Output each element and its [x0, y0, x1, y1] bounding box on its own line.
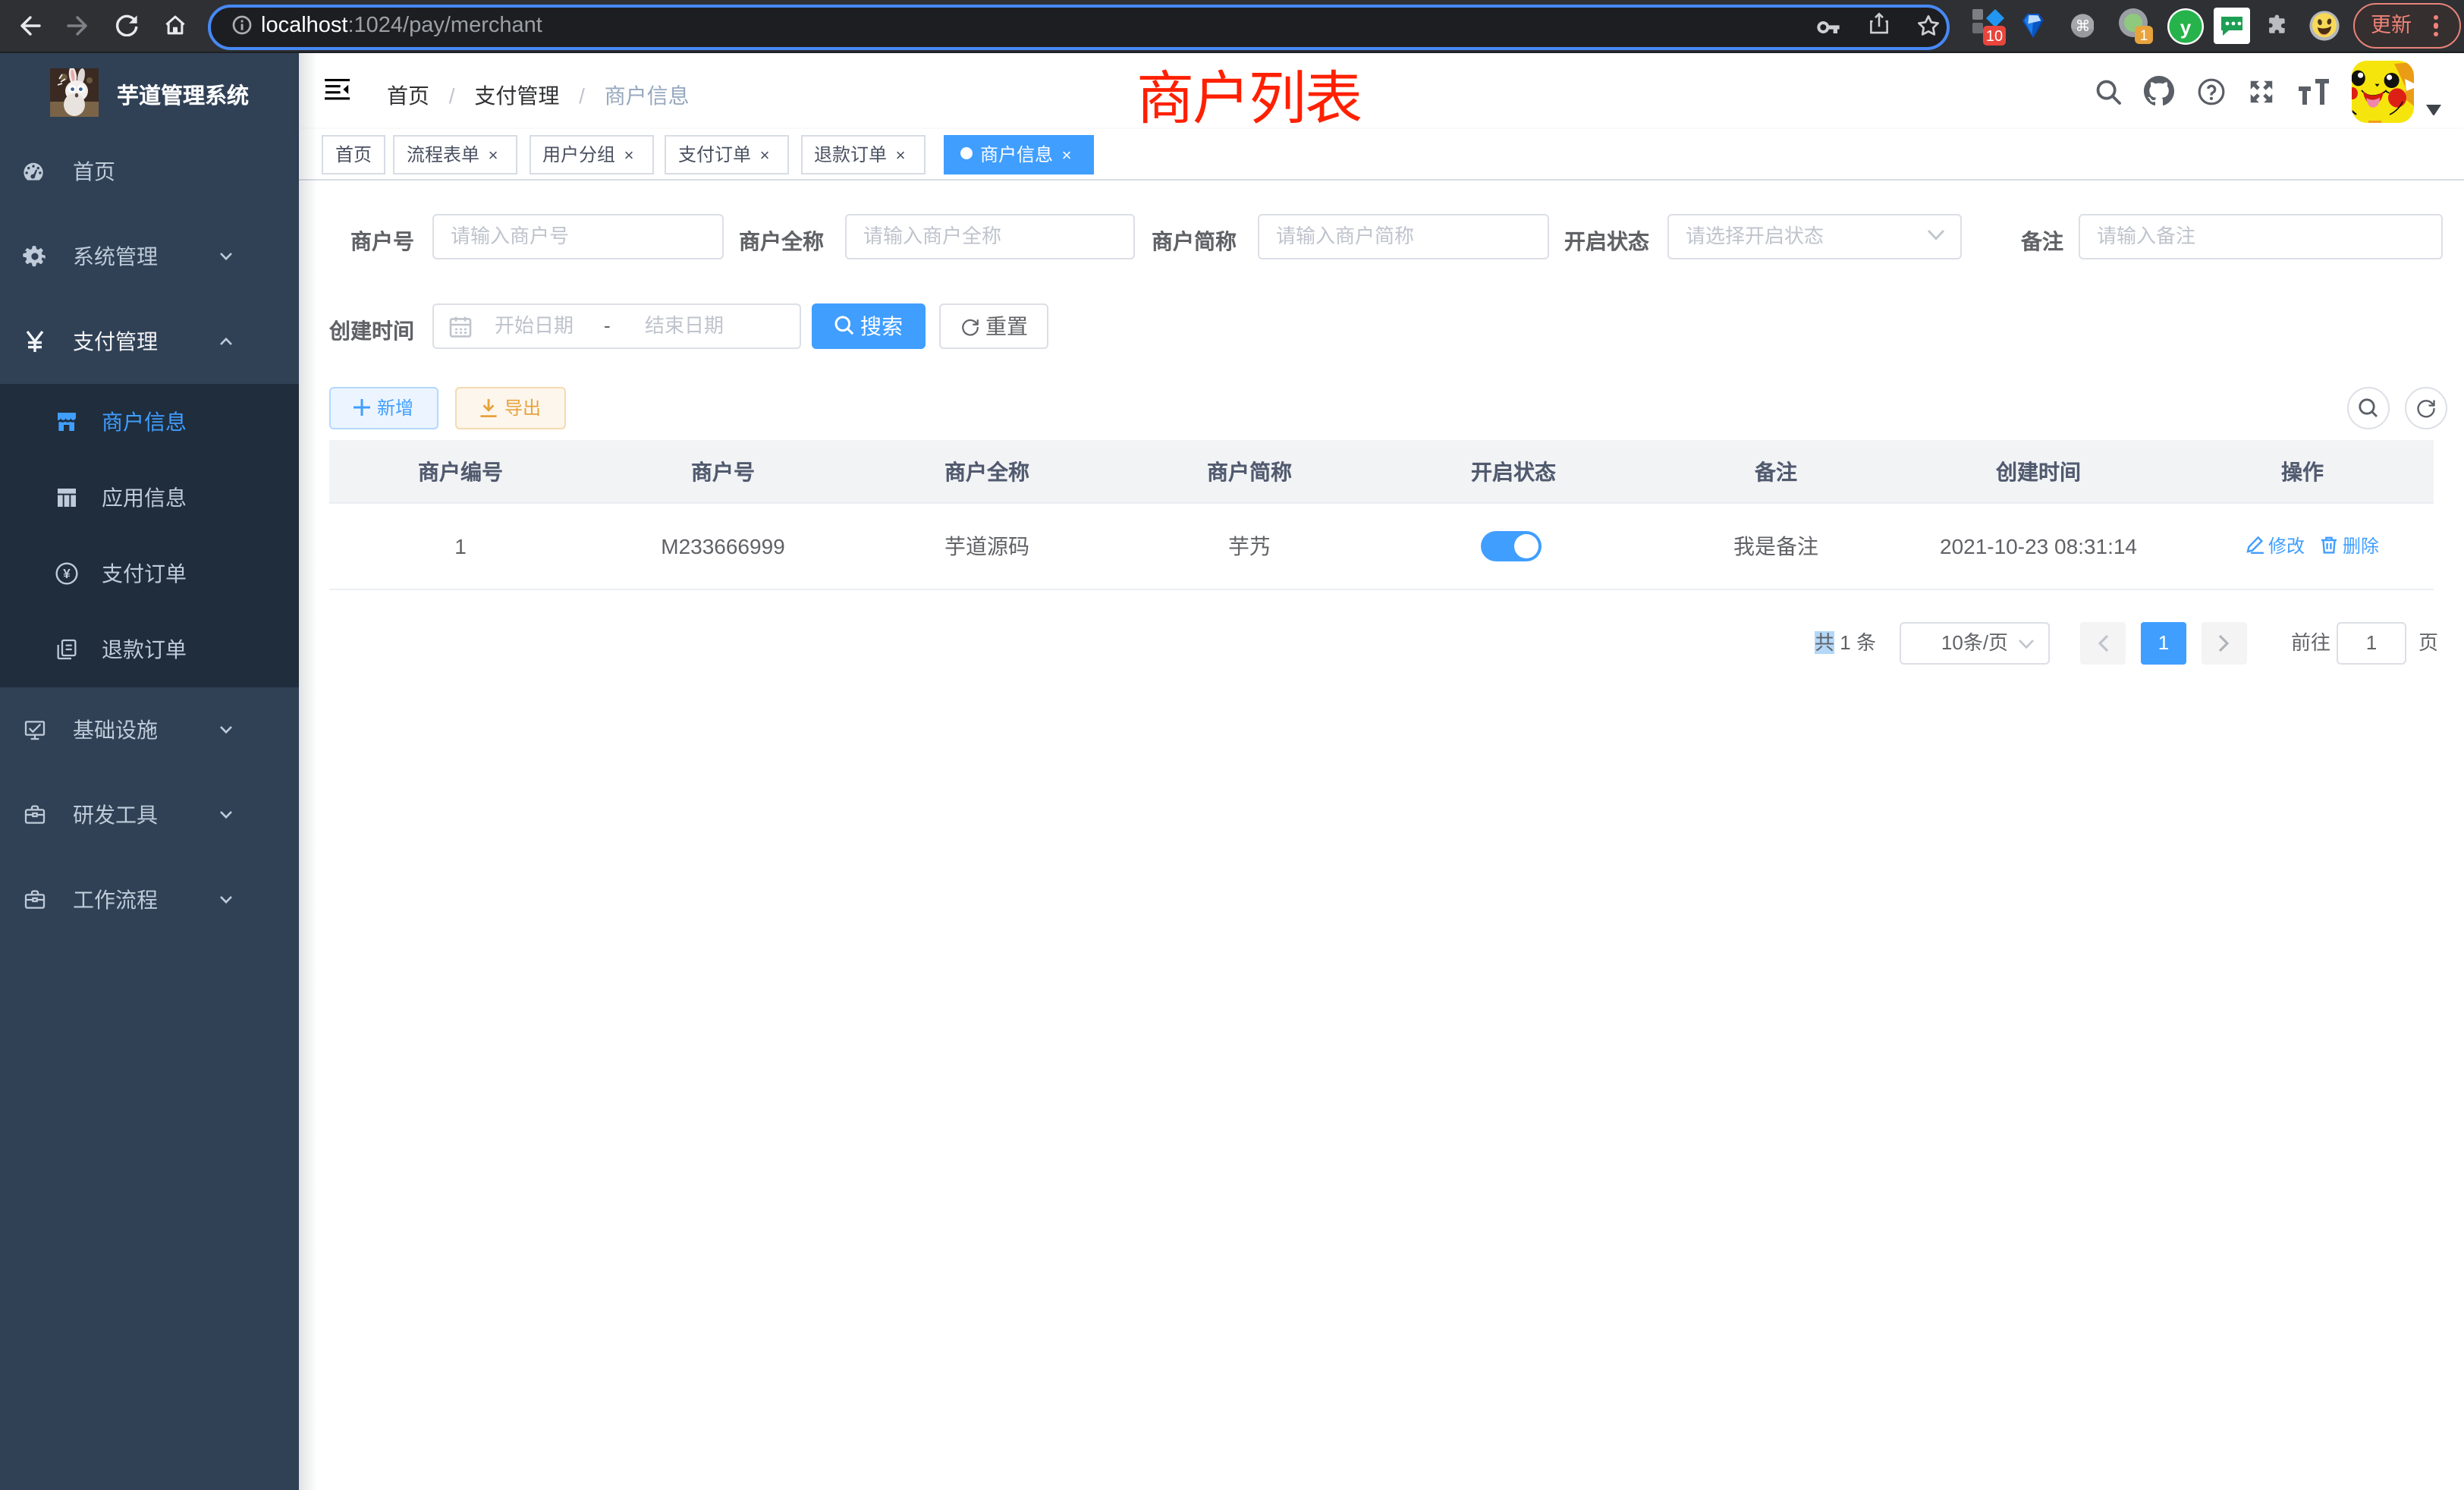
svg-text:10: 10: [1986, 28, 2003, 45]
svg-text:1: 1: [2140, 28, 2148, 44]
svg-text:y: y: [2180, 16, 2192, 39]
svg-text:¥: ¥: [63, 566, 71, 581]
svg-text:⌘: ⌘: [2075, 18, 2090, 35]
